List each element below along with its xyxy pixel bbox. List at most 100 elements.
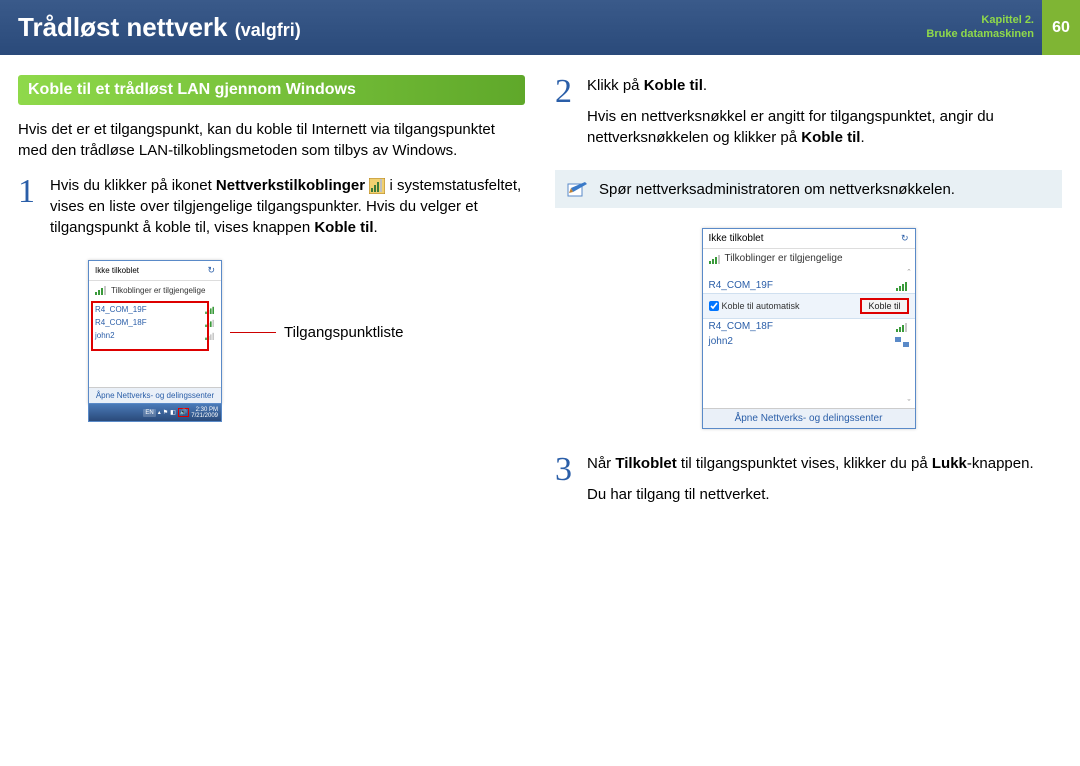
ap2-item-1[interactable]: R4_COM_19F [703, 278, 915, 293]
popup1-status: Ikke tilkoblet [95, 266, 139, 275]
step-3: 3 Når Tilkoblet til tilgangspunktet vise… [555, 453, 1062, 515]
right-column: 2 Klikk på Koble til. Hvis en nettverksn… [555, 75, 1062, 527]
ap2-name1: R4_COM_19F [709, 280, 773, 291]
note-text: Spør nettverksadministratoren om nettver… [599, 181, 955, 198]
connect-button[interactable]: Koble til [860, 298, 908, 314]
note-pencil-icon [567, 180, 589, 198]
step-1-text: Hvis du klikker på ikonet Nettverkstilko… [50, 175, 525, 238]
ap-item-2[interactable]: R4_COM_18F [91, 316, 219, 329]
auto-connect-label: Koble til automatisk [722, 301, 800, 311]
screenshot-1-wrap: Ikke tilkoblet ↻ Tilkoblinger er tilgjen… [88, 260, 525, 422]
screenshot1-label: Tilgangspunktliste [284, 324, 404, 341]
ap2-item-1-expanded: Koble til automatisk Koble til [703, 293, 915, 319]
s2p2bold: Koble til [801, 129, 860, 146]
s2a: Klikk på [587, 77, 644, 94]
step-2: 2 Klikk på Koble til. Hvis en nettverksn… [555, 75, 1062, 158]
s2p2a: Hvis en nettverksnøkkel er angitt for ti… [587, 108, 994, 146]
chapter-line2: Bruke datamaskinen [926, 28, 1034, 41]
taskbar: EN ▴ ⚑ ◧ 🔊 2:30 PM 7/21/2009 [88, 404, 222, 422]
screenshot-1-stack: Ikke tilkoblet ↻ Tilkoblinger er tilgjen… [88, 260, 222, 422]
signal-bars-icon [95, 285, 107, 295]
ap3-name: john2 [95, 331, 115, 340]
computer-link-icon [895, 337, 909, 347]
chapter-label: Kapittel 2. Bruke datamaskinen [926, 14, 1034, 40]
popup2-footer[interactable]: Åpne Nettverks- og delingssenter [703, 408, 915, 428]
ap2-name2: R4_COM_18F [709, 321, 773, 332]
title-main: Trådløst nettverk [18, 12, 228, 42]
refresh-icon[interactable]: ↻ [207, 265, 215, 276]
s2bold: Koble til [644, 77, 703, 94]
popup2-list: R4_COM_19F Koble til automatisk Koble ti… [703, 278, 915, 398]
auto-connect-input[interactable] [709, 301, 719, 311]
page-title: Trådløst nettverk (valgfri) [18, 12, 301, 43]
s2b: . [703, 77, 707, 94]
step-1-number: 1 [18, 175, 42, 248]
scroll-down-indicator[interactable]: ˇ [703, 398, 915, 408]
taskbar-up-icon[interactable]: ▴ [158, 409, 161, 416]
wifi-popup-1: Ikke tilkoblet ↻ Tilkoblinger er tilgjen… [88, 260, 222, 404]
step-1-body: Hvis du klikker på ikonet Nettverkstilko… [50, 175, 525, 248]
step-1: 1 Hvis du klikker på ikonet Nettverkstil… [18, 175, 525, 248]
ap1-name: R4_COM_19F [95, 305, 147, 314]
signal-icon [205, 332, 215, 340]
s3b: til tilgangspunktet vises, klikker du på [677, 455, 932, 472]
left-column: Koble til et trådløst LAN gjennom Window… [18, 75, 525, 527]
taskbar-lang[interactable]: EN [143, 409, 155, 417]
s3c: -knappen. [967, 455, 1034, 472]
popup1-available: Tilkoblinger er tilgjengelige [111, 286, 205, 295]
taskbar-flag-icon[interactable]: ⚑ [163, 409, 168, 416]
ap2-name: R4_COM_18F [95, 318, 147, 327]
signal-icon [895, 322, 909, 332]
chapter-line1: Kapittel 2. [926, 14, 1034, 27]
step3-line2: Du har tilgang til nettverket. [587, 484, 1062, 505]
step2-line1: Klikk på Koble til. [587, 75, 1062, 96]
tb-time: 2:30 PM [191, 407, 218, 413]
step-2-body: Klikk på Koble til. Hvis en nettverksnøk… [587, 75, 1062, 158]
step-3-number: 3 [555, 453, 579, 515]
network-tray-icon [369, 178, 385, 194]
scroll-up-indicator[interactable]: ˆ [703, 268, 915, 278]
popup1-list: R4_COM_19F R4_COM_18F john2 [89, 299, 221, 387]
popup2-subheader: Tilkoblinger er tilgjengelige [703, 249, 915, 268]
ap2-item-3[interactable]: john2 [703, 334, 915, 349]
header-right: Kapittel 2. Bruke datamaskinen 60 [926, 0, 1080, 55]
page-number-badge: 60 [1042, 0, 1080, 55]
title-sub: (valgfri) [235, 20, 301, 40]
popup2-available: Tilkoblinger er tilgjengelige [725, 253, 843, 264]
page-header: Trådløst nettverk (valgfri) Kapittel 2. … [0, 0, 1080, 55]
ap-item-1[interactable]: R4_COM_19F [91, 303, 219, 316]
signal-icon [205, 319, 215, 327]
popup1-footer[interactable]: Åpne Nettverks- og delingssenter [89, 387, 221, 403]
popup1-subheader: Tilkoblinger er tilgjengelige [89, 281, 221, 299]
popup2-status: Ikke tilkoblet [709, 233, 764, 244]
step3-line1: Når Tilkoblet til tilgangspunktet vises,… [587, 453, 1062, 474]
taskbar-net-icon[interactable]: ◧ [170, 409, 176, 416]
popup1-header: Ikke tilkoblet ↻ [89, 261, 221, 281]
ap-item-3[interactable]: john2 [91, 329, 219, 342]
signal-bars-icon [709, 254, 721, 264]
step1-bold: Nettverkstilkoblinger [216, 177, 365, 194]
step1-text-a: Hvis du klikker på ikonet [50, 177, 216, 194]
note-box: Spør nettverksadministratoren om nettver… [555, 170, 1062, 208]
auto-connect-checkbox[interactable]: Koble til automatisk [709, 301, 800, 311]
step1-text-c: . [374, 219, 378, 236]
s3a: Når [587, 455, 615, 472]
step-3-body: Når Tilkoblet til tilgangspunktet vises,… [587, 453, 1062, 515]
taskbar-clock[interactable]: 2:30 PM 7/21/2009 [191, 407, 218, 419]
signal-icon [895, 281, 909, 291]
ap2-item-2[interactable]: R4_COM_18F [703, 319, 915, 334]
step-2-number: 2 [555, 75, 579, 158]
step1-bold2: Koble til [314, 219, 373, 236]
taskbar-sound-icon[interactable]: 🔊 [178, 408, 189, 417]
refresh-icon[interactable]: ↻ [901, 233, 909, 244]
wifi-popup-2: Ikke tilkoblet ↻ Tilkoblinger er tilgjen… [702, 228, 916, 429]
section-heading: Koble til et trådløst LAN gjennom Window… [18, 75, 525, 105]
signal-icon [205, 306, 215, 314]
s2p2b: . [860, 129, 864, 146]
s3b2: Lukk [932, 455, 967, 472]
tb-date: 7/21/2009 [191, 413, 218, 419]
leader-line [230, 332, 276, 333]
s3b1: Tilkoblet [615, 455, 676, 472]
popup2-header: Ikke tilkoblet ↻ [703, 229, 915, 249]
step2-line2: Hvis en nettverksnøkkel er angitt for ti… [587, 106, 1062, 148]
